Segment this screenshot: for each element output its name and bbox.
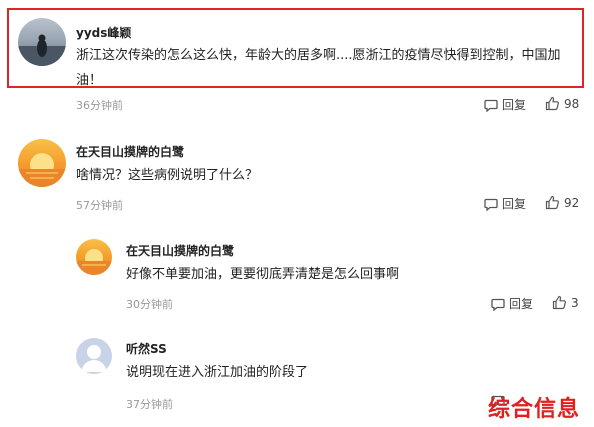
reply-label: 回复 [509,297,534,311]
comment-bubble-icon [491,297,505,311]
comment-author[interactable]: 在天目山摸牌的白鹭 [76,143,184,160]
like-count: 3 [571,295,579,310]
avatar[interactable] [18,18,66,66]
watermark-logo: 综合信息 [487,397,580,422]
comment-text: 啥情况？这些病例说明了什么？ [76,168,259,183]
reply-button[interactable]: 回复 [491,295,533,312]
reply-author[interactable]: 听然SS [126,340,167,357]
like-button[interactable]: 98 [545,96,579,111]
like-button[interactable]: 92 [545,195,579,210]
reply-button[interactable]: 回复 [484,195,526,212]
reply-time: 30分钟前 [126,298,173,311]
avatar[interactable] [18,139,66,187]
reply-author[interactable]: 在天目山摸牌的白鹭 [126,242,234,259]
comment-bubble-icon [484,197,498,211]
comment-author[interactable]: yyds峰颖 [76,24,131,41]
like-count: 92 [564,195,580,210]
comment-time: 36分钟前 [76,99,123,112]
avatar[interactable] [76,239,112,275]
reply-text: 好像不单要加油，更要彻底弄清楚是怎么回事啊 [126,267,400,282]
thumbs-up-icon [545,195,560,210]
comment-bubble-icon [484,98,498,112]
reply-button[interactable]: 回复 [484,96,526,113]
thumbs-up-icon [545,96,560,111]
reply-label: 回复 [502,98,527,112]
reply-time: 37分钟前 [126,398,173,411]
avatar[interactable] [76,338,112,374]
thumbs-up-icon [552,295,567,310]
comment-text: 浙江这次传染的怎么这么快，年龄大的居多啊....愿浙江的疫情尽快得到控制，中国加… [76,48,561,88]
comment-time: 57分钟前 [76,199,123,212]
like-button[interactable]: 3 [552,295,579,310]
reply-text: 说明现在进入浙江加油的阶段了 [126,365,309,380]
reply-label: 回复 [502,197,527,211]
like-count: 98 [564,96,580,111]
